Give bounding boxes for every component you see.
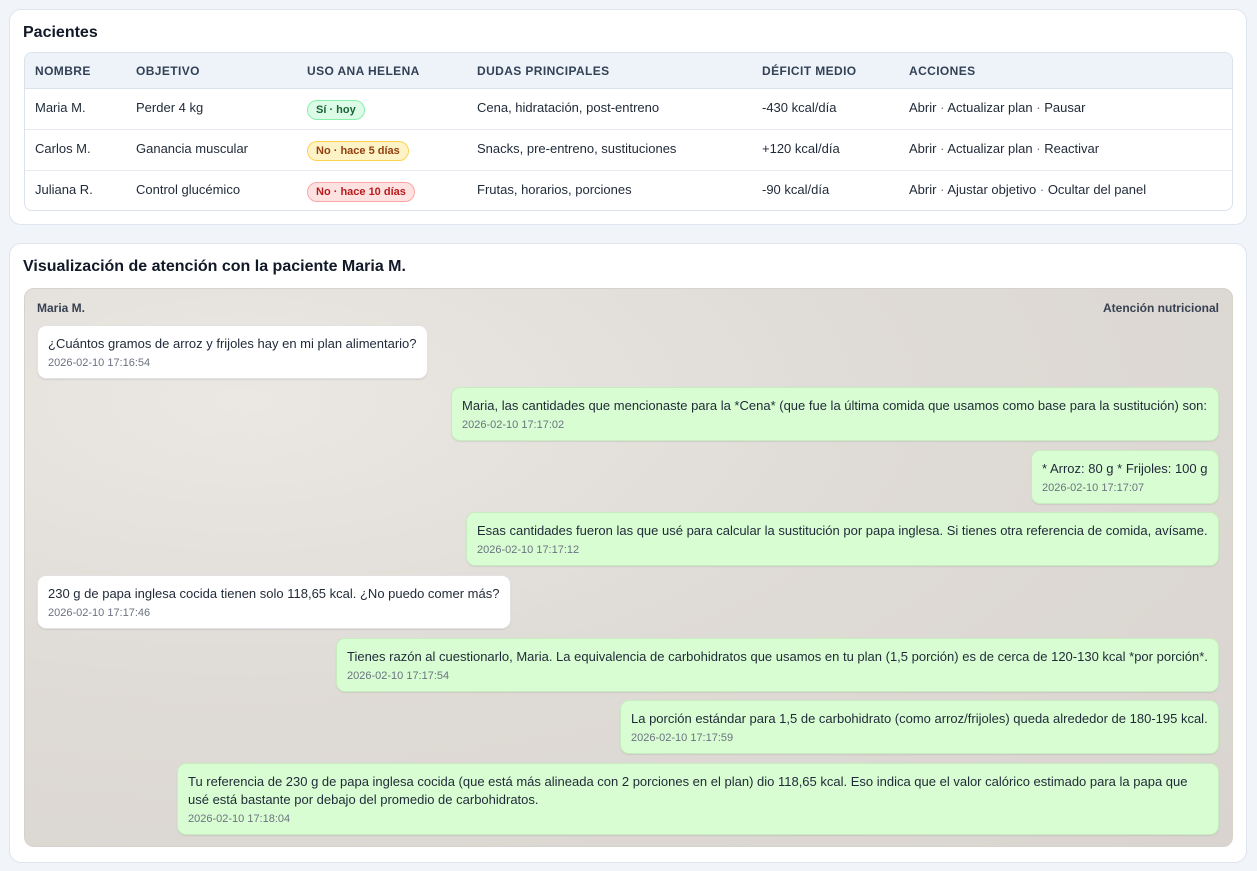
- patient-goal: Control glucémico: [136, 182, 241, 197]
- patient-deficit: -90 kcal/día: [762, 182, 830, 197]
- usage-badge: Sí · hoy: [307, 100, 365, 120]
- hide-from-panel-link[interactable]: Ocultar del panel: [1048, 182, 1146, 197]
- message-timestamp: 2026-02-10 17:17:54: [347, 670, 450, 682]
- row-actions: Abrir · Actualizar plan · Pausar: [909, 100, 1085, 115]
- message-text: * Arroz: 80 g * Frijoles: 100 g: [1042, 461, 1208, 476]
- message-text: Esas cantidades fueron las que usé para …: [477, 523, 1208, 538]
- message-text: 230 g de papa inglesa cocida tienen solo…: [48, 586, 500, 601]
- action-separator: ·: [940, 182, 945, 197]
- message-timestamp: 2026-02-10 17:17:12: [477, 544, 580, 556]
- chat-title: Visualización de atención con la pacient…: [23, 258, 406, 275]
- patient-name: Carlos M.: [35, 141, 91, 156]
- row-actions: Abrir · Ajustar objetivo · Ocultar del p…: [909, 182, 1146, 197]
- update-plan-link[interactable]: Actualizar plan: [947, 100, 1032, 115]
- table-row: Juliana R. Control glucémico No · hace 1…: [25, 171, 1232, 210]
- message-bubble-outgoing: Tienes razón al cuestionarlo, Maria. La …: [336, 638, 1219, 692]
- message-bubble-outgoing: La porción estándar para 1,5 de carbohid…: [620, 700, 1219, 754]
- message-timestamp: 2026-02-10 17:17:59: [631, 732, 734, 744]
- patient-doubts: Cena, hidratación, post-entreno: [477, 100, 660, 115]
- action-separator: ·: [940, 141, 945, 156]
- adjust-goal-link[interactable]: Ajustar objetivo: [947, 182, 1036, 197]
- patients-card: Pacientes NOMBRE OBJETIVO USO ANA HELENA…: [9, 9, 1247, 225]
- message-timestamp: 2026-02-10 17:17:07: [1042, 482, 1145, 494]
- column-header-name: NOMBRE: [35, 64, 91, 78]
- message-timestamp: 2026-02-10 17:18:04: [188, 813, 291, 825]
- message-timestamp: 2026-02-10 17:17:02: [462, 419, 565, 431]
- table-row: Carlos M. Ganancia muscular No · hace 5 …: [25, 130, 1232, 171]
- column-header-goal: OBJETIVO: [136, 64, 200, 78]
- chat-view[interactable]: Maria M. Atención nutricional ¿Cuántos g…: [24, 288, 1233, 847]
- message-bubble-outgoing: * Arroz: 80 g * Frijoles: 100 g 2026-02-…: [1031, 450, 1219, 504]
- message-bubble-incoming: ¿Cuántos gramos de arroz y frijoles hay …: [37, 325, 428, 379]
- message-text: Maria, las cantidades que mencionaste pa…: [462, 398, 1208, 413]
- usage-badge: No · hace 10 días: [307, 182, 415, 202]
- open-link[interactable]: Abrir: [909, 100, 936, 115]
- usage-badge: No · hace 5 días: [307, 141, 409, 161]
- patient-name: Maria M.: [35, 100, 86, 115]
- patient-goal: Perder 4 kg: [136, 100, 204, 115]
- patients-table: NOMBRE OBJETIVO USO ANA HELENA DUDAS PRI…: [24, 52, 1233, 211]
- patient-deficit: -430 kcal/día: [762, 100, 837, 115]
- message-bubble-incoming: 230 g de papa inglesa cocida tienen solo…: [37, 575, 511, 629]
- pause-link[interactable]: Pausar: [1044, 100, 1085, 115]
- update-plan-link[interactable]: Actualizar plan: [947, 141, 1032, 156]
- patients-title: Pacientes: [23, 24, 98, 41]
- message-bubble-outgoing: Maria, las cantidades que mencionaste pa…: [451, 387, 1219, 441]
- action-separator: ·: [1036, 141, 1041, 156]
- action-separator: ·: [1039, 182, 1045, 197]
- patient-doubts: Snacks, pre-entreno, sustituciones: [477, 141, 677, 156]
- message-text: Tienes razón al cuestionarlo, Maria. La …: [347, 649, 1208, 664]
- message-timestamp: 2026-02-10 17:17:46: [48, 607, 151, 619]
- table-header: NOMBRE OBJETIVO USO ANA HELENA DUDAS PRI…: [25, 53, 1232, 89]
- patient-doubts: Frutas, horarios, porciones: [477, 182, 632, 197]
- message-text: ¿Cuántos gramos de arroz y frijoles hay …: [48, 336, 417, 351]
- open-link[interactable]: Abrir: [909, 182, 936, 197]
- table-row: Maria M. Perder 4 kg Sí · hoy Cena, hidr…: [25, 89, 1232, 130]
- action-separator: ·: [1036, 100, 1041, 115]
- row-actions: Abrir · Actualizar plan · Reactivar: [909, 141, 1099, 156]
- patient-goal: Ganancia muscular: [136, 141, 248, 156]
- chat-card: Visualización de atención con la pacient…: [9, 243, 1247, 863]
- column-header-doubts: DUDAS PRINCIPALES: [477, 64, 610, 78]
- column-header-actions: ACCIONES: [909, 64, 976, 78]
- column-header-deficit: DÉFICIT MEDIO: [762, 64, 857, 78]
- message-text: La porción estándar para 1,5 de carbohid…: [631, 711, 1208, 726]
- chat-patient-name: Maria M.: [37, 301, 86, 315]
- patient-name: Juliana R.: [35, 182, 93, 197]
- reactivate-link[interactable]: Reactivar: [1044, 141, 1099, 156]
- message-timestamp: 2026-02-10 17:16:54: [48, 357, 151, 369]
- action-separator: ·: [940, 100, 945, 115]
- column-header-usage: USO ANA HELENA: [307, 64, 420, 78]
- message-bubble-outgoing: Esas cantidades fueron las que usé para …: [466, 512, 1219, 566]
- message-bubble-outgoing: Tu referencia de 230 g de papa inglesa c…: [177, 763, 1219, 835]
- patient-deficit: +120 kcal/día: [762, 141, 840, 156]
- message-text: Tu referencia de 230 g de papa inglesa c…: [188, 774, 1188, 807]
- chat-context-label: Atención nutricional: [1102, 301, 1219, 315]
- open-link[interactable]: Abrir: [909, 141, 936, 156]
